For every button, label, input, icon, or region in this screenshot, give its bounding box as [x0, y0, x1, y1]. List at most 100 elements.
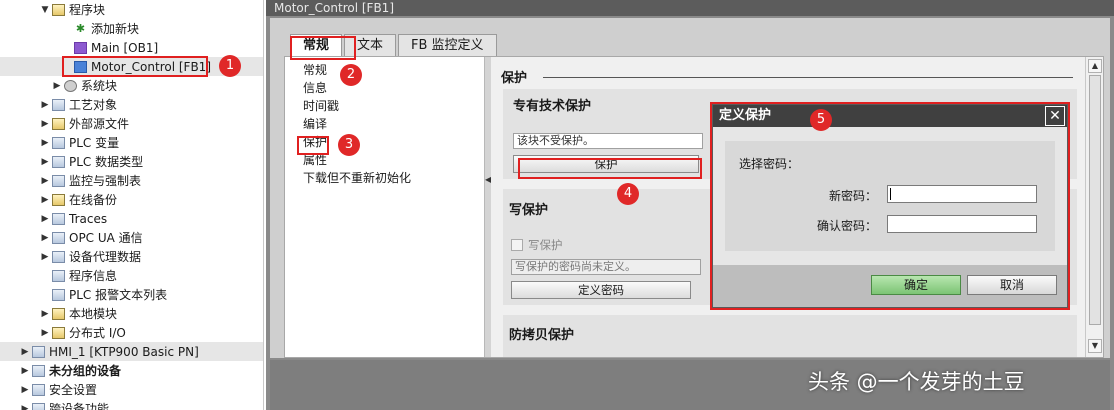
system-blocks-icon [64, 79, 77, 92]
heading-rule [543, 77, 1073, 78]
expand-arrow-icon[interactable]: ▶ [20, 385, 30, 395]
know-how-title: 专有技术保护 [513, 99, 592, 114]
protection-heading: 保护 [501, 71, 528, 86]
opc-ua-icon [52, 231, 65, 244]
nav-item-protection[interactable]: 保护 [303, 133, 327, 151]
tree-item-add-block[interactable]: ✱ 添加新块 [0, 19, 263, 38]
nav-item-download-without-reinit[interactable]: 下载但不重新初始化 [303, 169, 411, 187]
expand-arrow-icon[interactable]: ▶ [40, 309, 50, 319]
expand-arrow-icon[interactable]: ▶ [40, 138, 50, 148]
vertical-scrollbar[interactable]: ▲ ▼ [1085, 57, 1103, 357]
scroll-down-icon[interactable]: ▼ [1088, 339, 1102, 353]
expand-arrow-icon[interactable]: ▶ [40, 214, 50, 224]
tree-item-external-sources[interactable]: ▶ 外部源文件 [0, 114, 263, 133]
expand-arrow-icon[interactable]: ▶ [40, 328, 50, 338]
tab-texts[interactable]: 文本 [344, 34, 397, 56]
ok-button[interactable]: 确定 [871, 275, 961, 295]
tree-item-device-proxy[interactable]: ▶ 设备代理数据 [0, 247, 263, 266]
text-caret [890, 188, 891, 200]
watermark: 头条 @一个发芽的土豆 [808, 370, 1025, 394]
tree-item-program-info[interactable]: 程序信息 [0, 266, 263, 285]
step-badge-3: 3 [338, 134, 360, 156]
watch-table-icon [52, 174, 65, 187]
tree-item-system-blocks[interactable]: ▶ 系统块 [0, 76, 263, 95]
step-badge-2: 2 [340, 64, 362, 86]
program-info-icon [52, 269, 65, 282]
confirm-password-input[interactable] [887, 215, 1037, 233]
nav-item-compilation[interactable]: 编译 [303, 115, 327, 133]
tree-item-program-blocks[interactable]: ▼ 程序块 [0, 0, 263, 19]
expand-arrow-icon[interactable]: ▶ [20, 366, 30, 376]
folder-icon [52, 3, 65, 16]
tree-item-plc-tags[interactable]: ▶ PLC 变量 [0, 133, 263, 152]
nav-item-timestamps[interactable]: 时间戳 [303, 97, 339, 115]
new-password-label: 新密码： [829, 189, 878, 203]
tab-general[interactable]: 常规 [290, 34, 343, 56]
dialog-footer: 确定 取消 [713, 265, 1067, 307]
expand-arrow-icon[interactable]: ▶ [40, 176, 50, 186]
expand-arrow-icon[interactable]: ▶ [40, 233, 50, 243]
expand-arrow-icon[interactable]: ▶ [40, 195, 50, 205]
checkbox-box[interactable] [511, 239, 523, 251]
tree-item-online-backups[interactable]: ▶ 在线备份 [0, 190, 263, 209]
technology-objects-icon [52, 98, 65, 111]
tree-item-security-settings[interactable]: ▶ 安全设置 [0, 380, 263, 399]
alarm-text-icon [52, 288, 65, 301]
copy-protection-section [503, 315, 1077, 357]
expand-arrow-icon[interactable]: ▶ [40, 157, 50, 167]
expand-arrow-icon[interactable]: ▶ [40, 252, 50, 262]
folder-icon [52, 307, 65, 320]
security-icon [32, 383, 45, 396]
protect-button[interactable]: 保护 [513, 155, 699, 173]
property-nav: 常规 信息 时间戳 编译 保护 属性 下载但不重新初始化 [285, 57, 485, 357]
step-badge-5: 5 [810, 109, 832, 131]
expand-arrow-icon[interactable]: ▶ [40, 100, 50, 110]
nav-item-information[interactable]: 信息 [303, 79, 327, 97]
tree-item-main-ob1[interactable]: Main [OB1] [0, 38, 263, 57]
plc-data-types-icon [52, 155, 65, 168]
tree-item-plc-data-types[interactable]: ▶ PLC 数据类型 [0, 152, 263, 171]
new-password-input[interactable] [887, 185, 1037, 203]
tree-item-technology-objects[interactable]: ▶ 工艺对象 [0, 95, 263, 114]
tree-item-traces[interactable]: ▶ Traces [0, 209, 263, 228]
dialog-body: 选择密码： 新密码： 确认密码： [725, 141, 1055, 251]
dialog-title: 定义保护 [713, 105, 1067, 127]
fb-block-icon [74, 60, 87, 73]
step-badge-1: 1 [219, 55, 241, 77]
confirm-password-label: 确认密码： [817, 219, 878, 233]
hmi-device-icon [32, 345, 45, 358]
nav-item-general[interactable]: 常规 [303, 61, 327, 79]
tree-item-alarm-text-lists[interactable]: PLC 报警文本列表 [0, 285, 263, 304]
tab-fb-supervision[interactable]: FB 监控定义 [398, 34, 497, 56]
write-protection-title: 写保护 [509, 203, 549, 218]
expand-arrow-icon[interactable]: ▶ [52, 81, 62, 91]
tree-item-hmi-1[interactable]: ▶ HMI_1 [KTP900 Basic PN] [0, 342, 263, 361]
close-icon[interactable]: ✕ [1045, 106, 1065, 126]
add-block-icon: ✱ [75, 21, 86, 35]
tree-item-distributed-io[interactable]: ▶ 分布式 I/O [0, 323, 263, 342]
tree-item-local-modules[interactable]: ▶ 本地模块 [0, 304, 263, 323]
tree-item-cross-device[interactable]: ▶ 跨设备功能 [0, 399, 263, 410]
know-how-status: 该块不受保护。 [513, 133, 703, 149]
folder-icon [52, 326, 65, 339]
define-protection-dialog: 定义保护 ✕ 选择密码： 新密码： 确认密码： 确定 取消 [712, 104, 1068, 308]
define-password-button[interactable]: 定义密码 [511, 281, 691, 299]
scroll-up-icon[interactable]: ▲ [1088, 59, 1102, 73]
expand-arrow-icon[interactable]: ▶ [20, 404, 30, 410]
expand-arrow-icon[interactable]: ▶ [20, 347, 30, 357]
tree-item-watch-force-tables[interactable]: ▶ 监控与强制表 [0, 171, 263, 190]
expand-arrow-icon[interactable]: ▼ [40, 5, 50, 15]
password-prompt: 选择密码： [739, 157, 800, 171]
scroll-thumb[interactable] [1089, 75, 1101, 325]
nav-item-attributes[interactable]: 属性 [303, 151, 327, 169]
expand-arrow-icon[interactable]: ▶ [40, 119, 50, 129]
write-protection-checkbox[interactable]: 写保护 [511, 237, 563, 253]
tree-item-ungrouped-devices[interactable]: ▶ 未分组的设备 [0, 361, 263, 380]
device-proxy-icon [52, 250, 65, 263]
cancel-button[interactable]: 取消 [967, 275, 1057, 295]
plc-tags-icon [52, 136, 65, 149]
tree-item-opc-ua[interactable]: ▶ OPC UA 通信 [0, 228, 263, 247]
backup-icon [52, 193, 65, 206]
traces-icon [52, 212, 65, 225]
copy-protection-title: 防拷贝保护 [509, 328, 575, 343]
